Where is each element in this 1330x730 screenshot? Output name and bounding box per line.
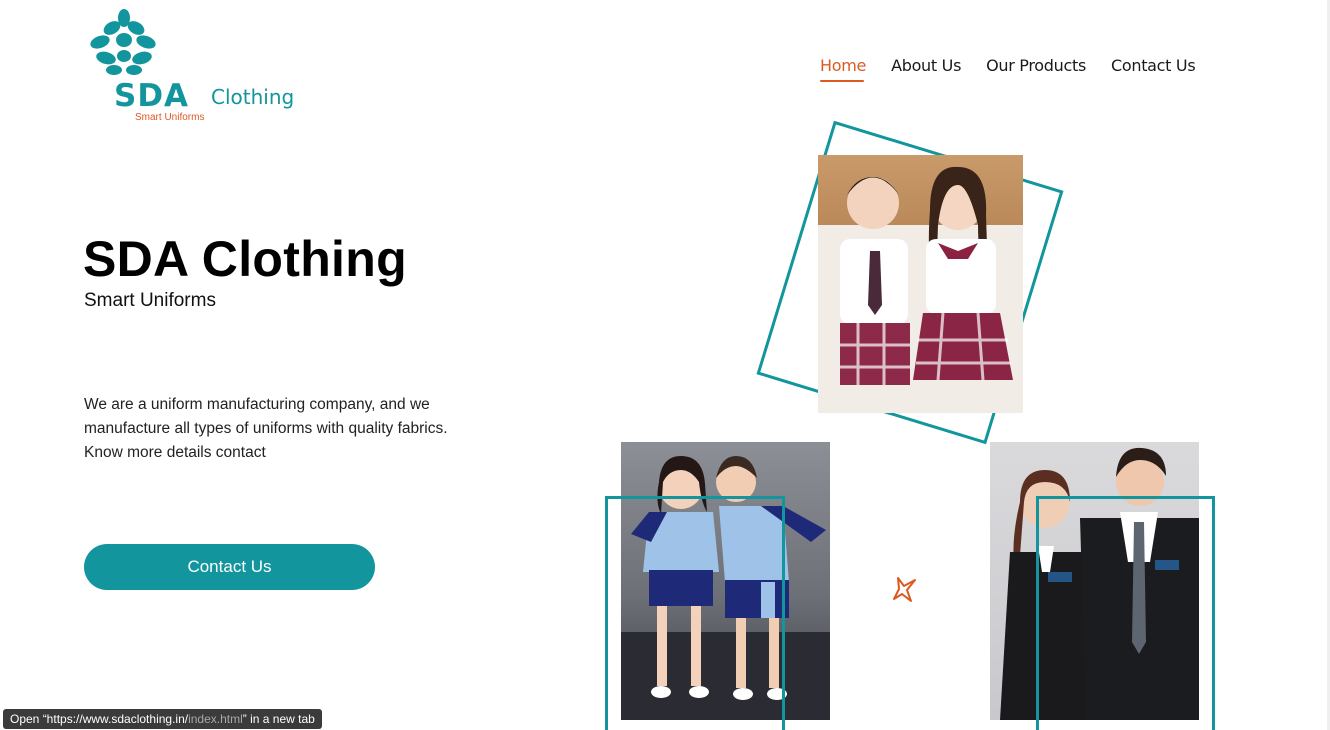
hero-subtitle: Smart Uniforms: [84, 290, 216, 311]
hero-title: SDA Clothing: [83, 231, 407, 287]
status-prefix: Open “https://www.sdaclothing.in/: [10, 712, 189, 726]
kids-uniform-photo: [818, 155, 1023, 413]
status-url-path: index.html: [188, 712, 243, 726]
logo-tagline: Smart Uniforms: [135, 112, 205, 123]
logo-brand: SDA: [114, 78, 190, 114]
main-nav: Home About Us Our Products Contact Us: [820, 56, 1220, 82]
nav-about-us[interactable]: About Us: [891, 56, 961, 75]
nav-home[interactable]: Home: [820, 56, 866, 82]
link-status-bar: Open “https://www.sdaclothing.in/index.h…: [3, 709, 322, 729]
sparkle-star-icon: [893, 577, 916, 602]
status-suffix: ” in a new tab: [242, 712, 315, 726]
nav-our-products[interactable]: Our Products: [986, 56, 1086, 75]
site-logo[interactable]: SDA Clothing Smart Uniforms: [84, 8, 314, 128]
photo-frame-left: [605, 496, 785, 730]
hero-description: We are a uniform manufacturing company, …: [84, 396, 448, 461]
photo-frame-right: [1036, 496, 1215, 730]
contact-us-button[interactable]: Contact Us: [84, 544, 375, 590]
logo-brand-suffix: Clothing: [211, 85, 295, 109]
nav-contact-us[interactable]: Contact Us: [1111, 56, 1196, 75]
